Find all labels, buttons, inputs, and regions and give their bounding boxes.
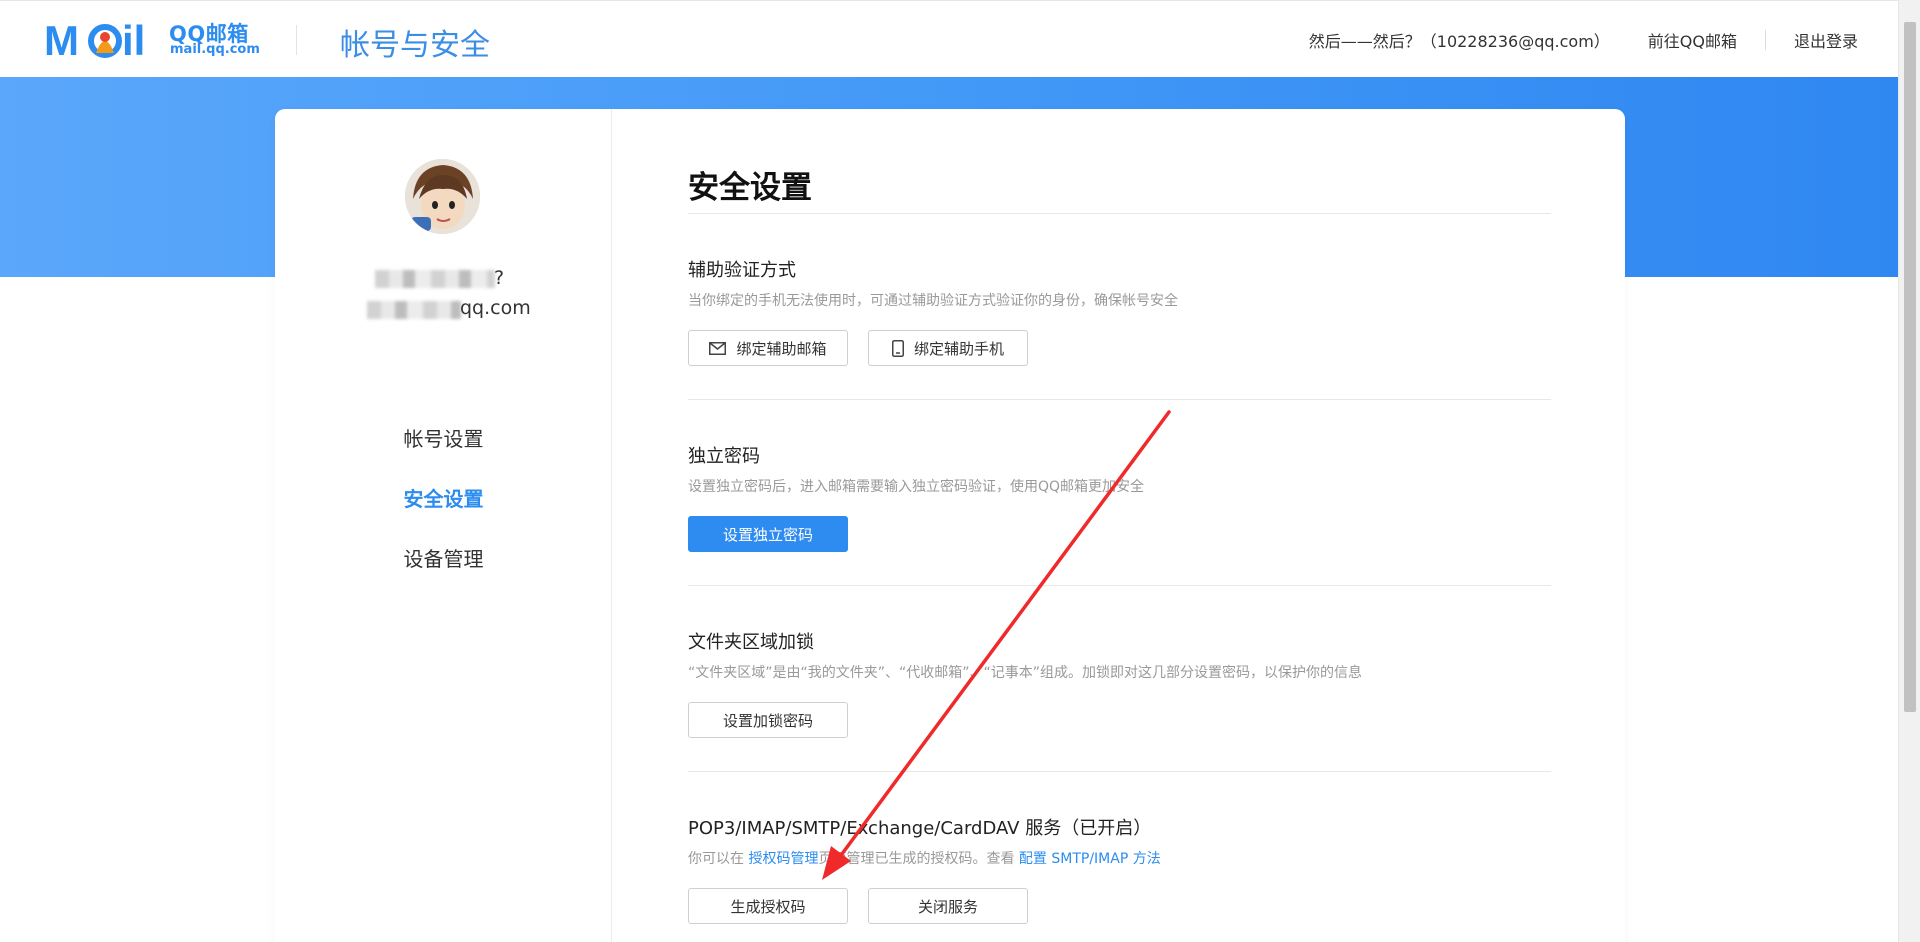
section-title: 辅助验证方式 [688,260,796,281]
section-description: 设置独立密码后，进入邮箱需要输入独立密码验证，使用QQ邮箱更加安全 [688,479,1145,495]
blurred-email [367,301,461,319]
nav-device-management[interactable]: 设备管理 [275,529,612,589]
secondary-verification-section: 辅助验证方式 当你绑定的手机无法使用时，可通过辅助验证方式验证你的身份，确保帐号… [688,256,1551,366]
generate-auth-code-button[interactable]: 生成授权码 [688,888,848,924]
svg-text:il: il [122,19,145,59]
button-row: 生成授权码 关闭服务 [688,888,1551,924]
section-heading: 安全设置 [688,170,812,206]
phone-icon [891,339,904,357]
button-row: 绑定辅助邮箱 绑定辅助手机 [688,330,1551,366]
nickname-text: ? [494,267,505,289]
button-label: 绑定辅助手机 [913,339,1004,358]
section-title: 文件夹区域加锁 [688,632,814,653]
email-text: qq.com [460,297,531,319]
divider [688,771,1551,772]
set-independent-password-button[interactable]: 设置独立密码 [688,516,848,552]
settings-card: ? qq.com 帐号设置 安全设置 设备管理 安全设置 辅助验证方式 当你绑定… [275,109,1625,942]
auth-code-management-link[interactable]: 授权码管理 [748,851,818,867]
header-divider [296,25,297,55]
page-scrollbar[interactable] [1898,0,1920,942]
sidebar: ? qq.com 帐号设置 安全设置 设备管理 [275,109,612,942]
desc-middle: 页面管理已生成的授权码。查看 [818,851,1015,867]
scroll-thumb[interactable] [1904,22,1916,712]
mail-icon [709,341,727,355]
mail-logo-icon: M il [44,19,145,59]
blurred-nickname [375,270,495,288]
avatar-image [405,159,480,234]
smtp-imap-config-link[interactable]: 配置 SMTP/IMAP 方法 [1019,851,1161,867]
section-title: 独立密码 [688,446,760,467]
section-description: “文件夹区域”是由“我的文件夹”、“代收邮箱”、“记事本”组成。加锁即对这几部分… [688,665,1363,681]
desc-prefix: 你可以在 [688,851,744,867]
folder-lock-section: 文件夹区域加锁 “文件夹区域”是由“我的文件夹”、“代收邮箱”、“记事本”组成。… [688,628,1551,738]
button-row: 设置加锁密码 [688,702,1551,738]
settings-nav: 帐号设置 安全设置 设备管理 [275,409,612,589]
section-description: 你可以在 授权码管理页面管理已生成的授权码。查看 配置 SMTP/IMAP 方法 [688,848,1551,868]
divider [688,585,1551,586]
bind-backup-email-button[interactable]: 绑定辅助邮箱 [688,330,848,366]
independent-password-section: 独立密码 设置独立密码后，进入邮箱需要输入独立密码验证，使用QQ邮箱更加安全 设… [688,442,1551,552]
top-header: M il QQ邮箱 mail.qq.com 帐号与安全 然后——然后？（1022… [0,0,1898,77]
page-title: 帐号与安全 [340,28,490,63]
divider [688,213,1551,214]
section-title: POP3/IMAP/SMTP/Exchange/CardDAV 服务（已开启） [688,818,1152,839]
disable-service-button[interactable]: 关闭服务 [868,888,1028,924]
divider [688,399,1551,400]
avatar[interactable] [405,159,480,234]
button-row: 设置独立密码 [688,516,1551,552]
button-label: 绑定辅助邮箱 [736,339,827,358]
bind-backup-phone-button[interactable]: 绑定辅助手机 [868,330,1028,366]
pop3-imap-service-section: POP3/IMAP/SMTP/Exchange/CardDAV 服务（已开启） … [688,814,1551,924]
current-user: 然后——然后？（10228236@qq.com） [1308,32,1610,51]
logout-link[interactable]: 退出登录 [1794,28,1858,52]
svg-text:M: M [44,19,79,59]
goto-mail-link[interactable]: 前往QQ邮箱 [1648,28,1737,52]
nav-account-settings[interactable]: 帐号设置 [275,409,612,469]
set-lock-password-button[interactable]: 设置加锁密码 [688,702,848,738]
header-separator [1764,30,1766,50]
logo-domain-text: mail.qq.com [170,42,260,57]
section-description: 当你绑定的手机无法使用时，可通过辅助验证方式验证你的身份，确保帐号安全 [688,293,1178,309]
nav-security-settings[interactable]: 安全设置 [275,469,612,529]
header-user-area: 然后——然后？（10228236@qq.com） 前往QQ邮箱 退出登录 [1309,28,1858,52]
